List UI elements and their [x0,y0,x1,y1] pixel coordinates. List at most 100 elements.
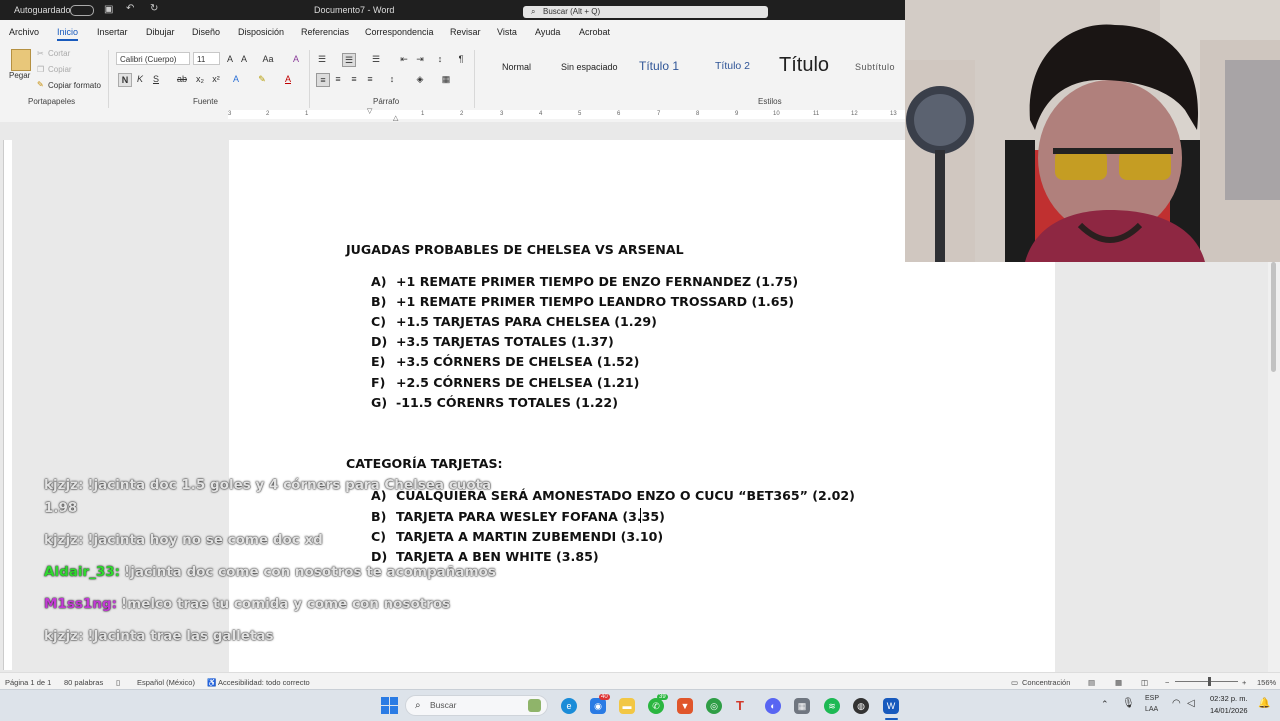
style-titulo[interactable]: Título [779,54,829,77]
calculator-icon[interactable]: ▦ [794,698,810,714]
browser-icon[interactable]: ◉ [590,698,606,714]
cut-icon[interactable]: ✂ [37,49,44,58]
italic-button[interactable]: K [134,73,146,85]
grow-font-icon[interactable]: A [224,53,236,65]
sort-icon[interactable]: ↕ [434,53,446,65]
shrink-font-icon[interactable]: A [238,53,250,65]
align-left-icon[interactable]: ≡ [316,73,330,87]
show-marks-icon[interactable]: ¶ [455,53,467,65]
strikethrough-icon[interactable]: ab [176,73,188,85]
style-subtitulo[interactable]: Subtítulo [855,62,895,72]
word-icon[interactable]: W [883,698,899,714]
tab-insertar[interactable]: Insertar [97,27,128,37]
tab-acrobat[interactable]: Acrobat [579,27,610,37]
tab-diseno[interactable]: Diseño [192,27,220,37]
undo-icon[interactable]: ↶ [126,3,134,14]
web-layout-icon[interactable]: ◫ [1141,678,1148,687]
file-explorer-icon[interactable]: ▬ [619,698,635,714]
tab-archivo[interactable]: Archivo [9,27,39,37]
bold-button[interactable]: N [118,73,132,87]
page-count[interactable]: Página 1 de 1 [5,678,51,687]
hanging-indent-marker[interactable]: △ [393,114,398,122]
line-spacing-icon[interactable]: ↕ [386,73,398,85]
clock-time[interactable]: 02:32 p. m. [1210,694,1248,703]
focus-icon[interactable]: ▭ [1011,678,1018,687]
microphone-icon[interactable]: 🎙 [1122,698,1135,709]
style-normal[interactable]: Normal [502,62,531,72]
font-family-select[interactable]: Calibri (Cuerpo) [116,52,190,65]
language-indicator[interactable]: ESP [1145,695,1159,702]
discord-icon[interactable]: ◐ [765,698,781,714]
increase-indent-icon[interactable]: ⇥ [414,53,426,65]
format-painter-button[interactable]: Copiar formato [48,81,101,90]
underline-button[interactable]: S [150,73,162,85]
chrome-icon[interactable]: ◎ [706,698,722,714]
cut-button[interactable]: Cortar [48,49,70,58]
tab-inicio[interactable]: Inicio [57,27,79,41]
tab-revisar[interactable]: Revisar [450,27,481,37]
text-effects-icon[interactable]: A [230,73,242,85]
save-icon[interactable]: ▣ [104,4,113,15]
tray-overflow-icon[interactable]: ⌃ [1101,699,1109,710]
highlight-icon[interactable]: ✎ [256,73,268,85]
style-titulo-1[interactable]: Título 1 [639,59,679,73]
wifi-icon[interactable]: ◠ [1172,698,1181,709]
zoom-in-icon[interactable]: + [1242,678,1246,687]
taskbar-search[interactable]: ⌕ Buscar [405,695,548,716]
keyboard-layout-indicator[interactable]: LAA [1145,706,1158,713]
windows-start-icon[interactable] [381,697,398,714]
volume-icon[interactable]: ◁ [1187,698,1195,709]
scrollbar-thumb[interactable] [1271,262,1276,372]
superscript-icon[interactable]: x² [210,73,222,85]
tab-vista[interactable]: Vista [497,27,517,37]
focus-mode-button[interactable]: Concentración [1022,678,1070,687]
decrease-indent-icon[interactable]: ⇤ [398,53,410,65]
tab-ayuda[interactable]: Ayuda [535,27,560,37]
change-case-icon[interactable]: Aa [262,53,274,65]
notifications-icon[interactable]: 🔔 [1258,698,1270,709]
tab-dibujar[interactable]: Dibujar [146,27,175,37]
obs-icon[interactable]: ◍ [853,698,869,714]
font-color-icon[interactable]: A [282,73,294,85]
language-status[interactable]: Español (México) [137,678,195,687]
search-input[interactable]: ⌕ Buscar (Alt + Q) [523,6,768,18]
autosave-toggle[interactable] [70,5,94,16]
print-layout-icon[interactable]: ▦ [1115,678,1122,687]
style-titulo-2[interactable]: Título 2 [715,60,750,72]
whatsapp-icon[interactable]: ✆ [648,698,664,714]
zoom-level[interactable]: 156% [1257,678,1276,687]
multilevel-list-icon[interactable]: ☰ [370,53,382,65]
bullets-icon[interactable]: ☰ [316,53,328,65]
indent-marker[interactable]: ▽ [367,107,372,115]
numbering-icon[interactable]: ☰ [342,53,356,67]
word-count[interactable]: 80 palabras [64,678,103,687]
tab-referencias[interactable]: Referencias [301,27,349,37]
zoom-slider-thumb[interactable] [1208,677,1211,686]
align-center-icon[interactable]: ≡ [332,73,344,85]
shading-icon[interactable]: ◈ [414,73,426,85]
paste-icon[interactable] [11,49,31,71]
spotify-icon[interactable]: ≋ [824,698,840,714]
justify-icon[interactable]: ≡ [364,73,376,85]
proofing-icon[interactable]: ▯ [116,678,120,687]
copy-icon[interactable]: ❐ [37,65,44,74]
font-size-select[interactable]: 11 [193,52,220,65]
align-right-icon[interactable]: ≡ [348,73,360,85]
zoom-slider[interactable] [1175,681,1238,682]
accessibility-status[interactable]: Accesibilidad: todo correcto [218,678,310,687]
clear-format-icon[interactable]: A [290,53,302,65]
tab-correspondencia[interactable]: Correspondencia [365,27,434,37]
text-app-icon[interactable]: T [732,698,748,714]
zoom-out-icon[interactable]: − [1165,678,1169,687]
brave-icon[interactable]: ▼ [677,698,693,714]
style-sin-espaciado[interactable]: Sin espaciado [561,62,618,72]
copy-button[interactable]: Copiar [48,65,72,74]
edge-icon[interactable]: e [561,698,577,714]
redo-icon[interactable]: ↻ [150,3,158,14]
read-mode-icon[interactable]: ▤ [1088,678,1095,687]
format-painter-icon[interactable]: ✎ [37,80,44,89]
paste-button[interactable]: Pegar [9,71,30,80]
tab-disposicion[interactable]: Disposición [238,27,284,37]
borders-icon[interactable]: ▦ [440,73,452,85]
subscript-icon[interactable]: x₂ [194,73,206,85]
